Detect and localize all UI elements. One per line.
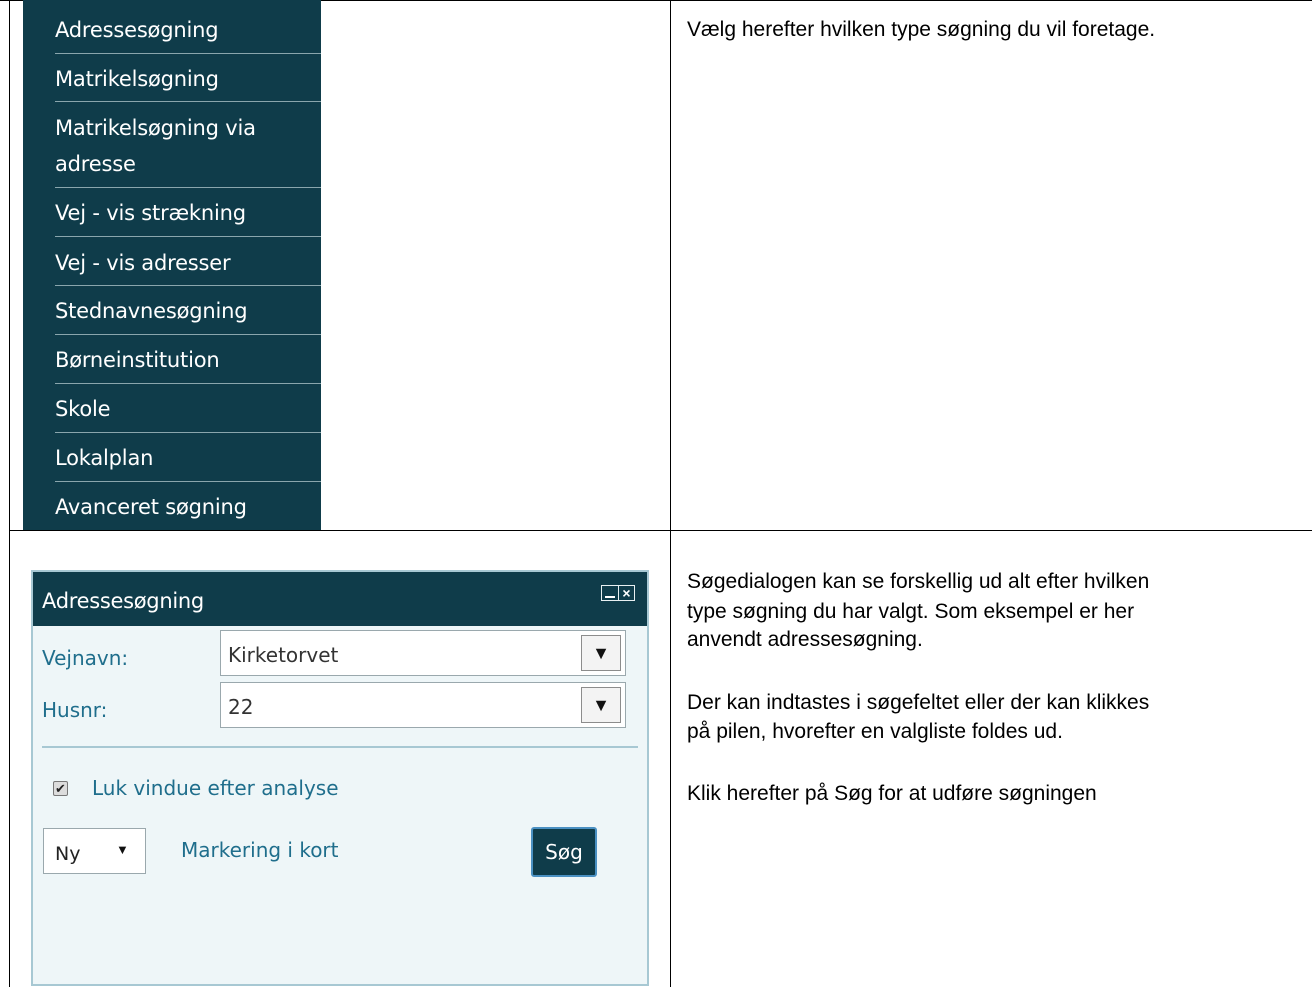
close-after-label[interactable]: Luk vindue efter analyse [92,776,339,800]
vejnavn-input[interactable]: Kirketorvet [228,643,338,667]
menu-separator [55,101,321,102]
marking-mode-select[interactable]: Ny ▼ [43,828,146,874]
menu-item-vej-vis-adresser[interactable]: Vej - vis adresser [23,245,321,281]
menu-item-stednavnesogning[interactable]: Stednavnesøgning [23,293,321,329]
husnr-input[interactable]: 22 [228,695,253,719]
instruction-input-l1: Der kan indtastes i søgefeltet eller der… [687,691,1150,714]
vejnavn-label: Vejnavn: [42,646,129,670]
chevron-down-icon: ▼ [116,842,129,857]
menu-item-label: Matrikelsøgning via [55,116,256,140]
menu-separator [55,236,321,237]
menu-separator [55,481,321,482]
minimize-close-icon[interactable]: × [601,585,635,601]
table-border-left [9,0,10,987]
close-after-checkbox[interactable]: ✔ [53,781,68,796]
menu-separator [55,383,321,384]
instruction-input-l2: på pilen, hvorefter en valgliste foldes … [687,720,1063,743]
close-icon[interactable]: × [619,586,634,600]
menu-item-adressesogning[interactable]: Adressesøgning [23,12,321,48]
instruction-dialog-l2: type søgning du har valgt. Som eksempel … [687,600,1135,623]
menu-separator [55,187,321,188]
menu-item-matrikelsogning-via-adresse[interactable]: Matrikelsøgning via adresse [23,110,321,182]
table-border-middle [670,0,671,987]
dialog-title: Adressesøgning [42,589,204,613]
dialog-divider [42,746,638,748]
instruction-dialog-l1: Søgedialogen kan se forskellig ud alt ef… [687,570,1150,593]
menu-separator [55,334,321,335]
dialog-header: Adressesøgning × [33,572,647,626]
marking-mode-value: Ny [55,843,81,865]
instruction-search: Klik herefter på Søg for at udføre søgni… [687,782,1097,805]
minimize-icon[interactable] [602,586,619,600]
husnr-label: Husnr: [42,698,108,722]
menu-item-borneinstitution[interactable]: Børneinstitution [23,342,321,378]
menu-separator [55,53,321,54]
search-type-menu: Adressesøgning Matrikelsøgning Matrikels… [23,0,321,530]
address-search-dialog: Adressesøgning × Vejnavn: Kirketorvet ▼ … [31,570,649,986]
menu-item-skole[interactable]: Skole [23,391,321,427]
menu-item-matrikelsogning[interactable]: Matrikelsøgning [23,61,321,97]
menu-item-vej-vis-straekning[interactable]: Vej - vis strækning [23,195,321,231]
marking-label: Markering i kort [181,838,339,862]
checkmark-icon: ✔ [55,781,66,796]
table-border-row [9,530,1312,531]
search-button[interactable]: Søg [531,827,597,877]
husnr-combobox[interactable]: 22 ▼ [220,682,626,728]
menu-separator [55,285,321,286]
vejnavn-combobox[interactable]: Kirketorvet ▼ [220,630,626,676]
menu-item-label: adresse [55,152,136,176]
instruction-select-type: Vælg herefter hvilken type søgning du vi… [687,18,1156,41]
instruction-dialog-l3: anvendt adressesøgning. [687,628,923,651]
menu-item-avanceret-sogning[interactable]: Avanceret søgning [23,489,321,525]
triangle-down-icon[interactable]: ▼ [581,687,621,723]
triangle-down-icon[interactable]: ▼ [581,635,621,671]
menu-item-lokalplan[interactable]: Lokalplan [23,440,321,476]
menu-separator [55,432,321,433]
